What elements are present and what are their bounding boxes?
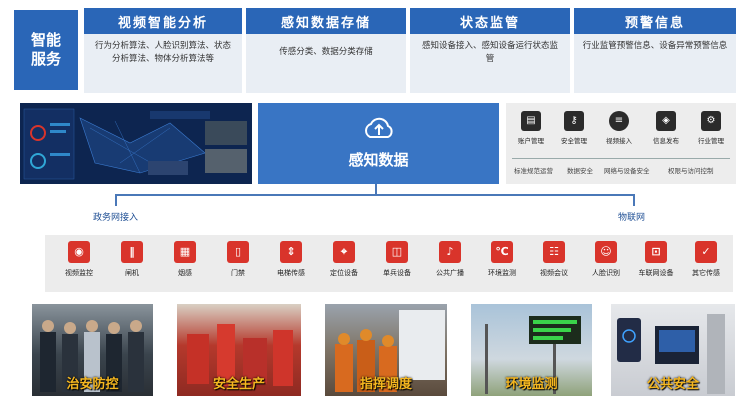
device-elevator-sensor: ⇕ 电梯传感: [266, 241, 316, 278]
top-block-desc: 行为分析算法、人脸识别算法、状态分析算法、物体分析算法等: [94, 41, 231, 64]
device-strip: ◉ 视频监控 ‖ 闸机 ▦ 烟感 ▯ 门禁 ⇕ 电梯传感 ⌖ 定位设备 ◫ 单兵…: [45, 235, 733, 292]
connector-right-tick: [633, 194, 635, 206]
photo-environment-monitoring: 环境监测: [471, 304, 592, 396]
device-label: 人脸识别: [592, 269, 620, 277]
device-video-conference: ☷ 视频会议: [529, 241, 579, 278]
perception-data-center: 感知数据: [258, 103, 499, 184]
device-label: 定位设备: [330, 269, 358, 277]
top-block-title: 视频智能分析: [84, 8, 242, 34]
device-label: 环境监测: [488, 269, 516, 277]
management-panel: ▤ 账户管理 ⚷ 安全管理 ≡ 视频接入 ◈ 信息发布 ⚙ 行业管理 标准规范运…: [506, 103, 736, 184]
photo-caption: 环境监测: [505, 377, 558, 392]
device-label: 烟感: [178, 269, 192, 277]
device-environment: ℃ 环境监测: [477, 241, 527, 278]
broadcast-icon: ♪: [439, 241, 461, 263]
top-block-data-storage: 感知数据存储 传感分类、数据分类存储: [246, 8, 406, 93]
perception-data-label: 感知数据: [348, 151, 409, 169]
device-label: 电梯传感: [277, 269, 305, 277]
photo-public-safety: 公共安全: [611, 304, 735, 396]
walkie-icon: ◫: [386, 241, 408, 263]
top-block-desc: 传感分类、数据分类存储: [279, 47, 373, 57]
elevator-icon: ⇕: [280, 241, 302, 263]
face-icon: ☺: [595, 241, 617, 263]
device-access-control: ▯ 门禁: [213, 241, 263, 278]
iot-network-label: 物联网: [618, 213, 646, 223]
smoke-sensor-icon: ▦: [174, 241, 196, 263]
document-icon: ≡: [609, 111, 629, 131]
device-label: 视频会议: [540, 269, 568, 277]
connector-stem: [375, 184, 377, 194]
location-icon: ⌖: [333, 241, 355, 263]
device-label: 其它传感: [692, 269, 720, 277]
device-positioning: ⌖ 定位设备: [319, 241, 369, 278]
smart-service-line1: 智能: [30, 31, 61, 49]
key-shield-icon: ⚷: [564, 111, 584, 131]
panel-item-industry: ⚙ 行业管理: [691, 111, 731, 145]
device-label: 视频监控: [65, 269, 93, 277]
thermometer-icon: ℃: [491, 241, 513, 263]
device-other-sensor: ✓ 其它传感: [681, 241, 731, 278]
door-icon: ▯: [227, 241, 249, 263]
top-block-title: 预警信息: [574, 8, 736, 34]
panel-item-label: 视频接入: [606, 137, 632, 145]
car-icon: ⊡: [645, 241, 667, 263]
panel-item-security: ⚷ 安全管理: [554, 111, 594, 145]
photo-production-safety: 安全生产: [177, 304, 301, 396]
smart-service-line2: 服务: [30, 50, 61, 68]
panel-item-video-access: ≡ 视频接入: [599, 111, 639, 145]
device-label: 门禁: [231, 269, 245, 277]
device-individual: ◫ 单兵设备: [372, 241, 422, 278]
photo-caption: 指挥调度: [359, 377, 412, 392]
dashboard-screenshot: [20, 103, 252, 184]
device-label: 单兵设备: [383, 269, 411, 277]
sensor-icon: ✓: [695, 241, 717, 263]
meeting-icon: ☷: [543, 241, 565, 263]
device-video-monitoring: ◉ 视频监控: [54, 241, 104, 278]
device-face-recognition: ☺ 人脸识别: [581, 241, 631, 278]
photo-caption: 公共安全: [646, 377, 699, 392]
panel-item-account: ▤ 账户管理: [511, 111, 551, 145]
device-gate: ‖ 闸机: [107, 241, 157, 278]
device-label: 闸机: [125, 269, 139, 277]
device-smoke-sensor: ▦ 烟感: [160, 241, 210, 278]
panel-tag: 网络与设备安全: [604, 167, 650, 175]
id-card-icon: ▤: [521, 111, 541, 131]
gate-icon: ‖: [121, 241, 143, 263]
smart-service-label: 智能 服务: [14, 10, 78, 90]
connector-left-tick: [115, 194, 117, 206]
top-block-warning-info: 预警信息 行业监管预警信息、设备异常预警信息: [574, 8, 736, 93]
top-block-title: 状态监管: [410, 8, 570, 34]
top-block-title: 感知数据存储: [246, 8, 406, 34]
cloud-upload-icon: [365, 117, 393, 138]
camera-icon: ◉: [68, 241, 90, 263]
gov-network-label: 政务网接入: [93, 213, 139, 223]
panel-item-label: 安全管理: [561, 137, 587, 145]
device-vehicle-network: ⊡ 车联网设备: [631, 241, 681, 278]
panel-item-label: 信息发布: [653, 137, 679, 145]
panel-divider: [512, 158, 730, 159]
gear-shield-icon: ⚙: [701, 111, 721, 131]
panel-item-label: 账户管理: [518, 137, 544, 145]
photo-caption: 治安防控: [66, 377, 119, 392]
connector-bar: [115, 194, 635, 196]
device-label: 车联网设备: [638, 269, 674, 277]
top-block-video-analysis: 视频智能分析 行为分析算法、人脸识别算法、状态分析算法、物体分析算法等: [84, 8, 242, 93]
device-label: 公共广播: [436, 269, 464, 277]
top-block-status-monitoring: 状态监管 感知设备接入、感知设备运行状态监管: [410, 8, 570, 93]
panel-item-info-publish: ◈ 信息发布: [646, 111, 686, 145]
panel-tag: 权限与访问控制: [668, 167, 714, 175]
panel-tag: 数据安全: [567, 167, 593, 175]
shield-text-icon: ◈: [656, 111, 676, 131]
top-block-desc: 感知设备接入、感知设备运行状态监管: [421, 41, 558, 64]
top-block-desc: 行业监管预警信息、设备异常预警信息: [582, 41, 728, 51]
photo-public-security: 治安防控: [32, 304, 153, 396]
panel-tag: 标准规范运营: [514, 167, 553, 175]
photo-caption: 安全生产: [212, 377, 265, 392]
photo-command-dispatch: 指挥调度: [325, 304, 447, 396]
dashboard-graphic: [20, 103, 252, 184]
panel-item-label: 行业管理: [698, 137, 724, 145]
device-broadcast: ♪ 公共广播: [425, 241, 475, 278]
